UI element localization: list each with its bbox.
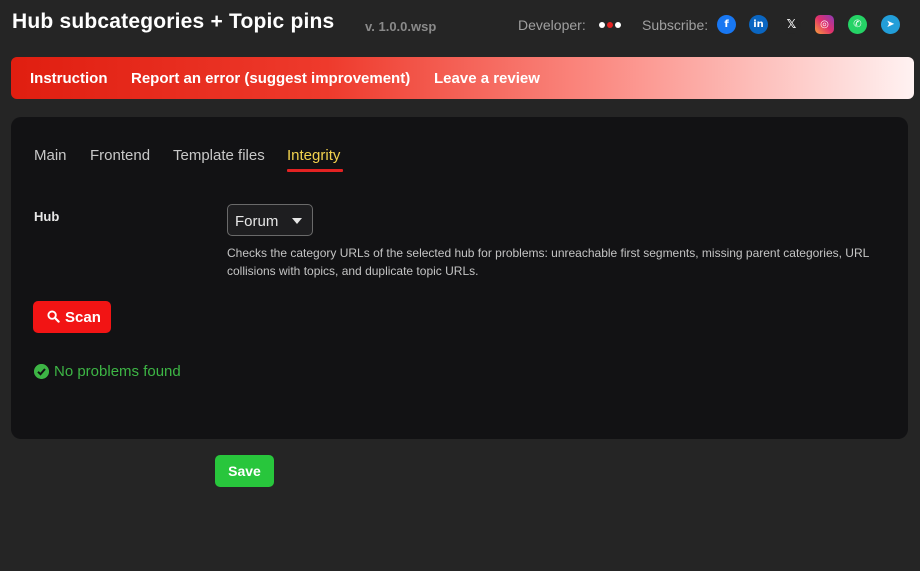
whatsapp-icon[interactable]: ✆ (848, 15, 867, 34)
subscribe-label: Subscribe: (642, 17, 709, 33)
hub-label: Hub (34, 209, 60, 224)
facebook-icon[interactable]: f (717, 15, 736, 34)
report-error-link[interactable]: Report an error (suggest improvement) (131, 70, 410, 87)
tab-integrity[interactable]: Integrity (287, 147, 340, 164)
scan-button-label: Scan (65, 309, 101, 326)
x-icon[interactable]: 𝕏 (782, 15, 801, 34)
check-circle-icon (34, 364, 49, 379)
scan-button[interactable]: Scan (33, 301, 111, 333)
help-banner: Instruction Report an error (suggest imp… (11, 57, 914, 99)
version-label: v. 1.0.0.wsp (365, 19, 437, 34)
settings-panel: Main Frontend Template files Integrity H… (11, 117, 908, 439)
telegram-icon[interactable]: ➤ (881, 15, 900, 34)
header: Hub subcategories + Topic pins v. 1.0.0.… (12, 10, 908, 40)
developer-logo-icon[interactable] (597, 18, 623, 32)
active-tab-indicator (287, 169, 343, 172)
save-button[interactable]: Save (215, 455, 274, 487)
instagram-icon[interactable]: ◎ (815, 15, 834, 34)
leave-review-link[interactable]: Leave a review (434, 70, 540, 87)
chevron-down-icon (292, 218, 302, 224)
hub-description: Checks the category URLs of the selected… (227, 246, 869, 278)
tab-frontend[interactable]: Frontend (90, 147, 150, 164)
page-title: Hub subcategories + Topic pins (12, 10, 335, 33)
tab-template-files[interactable]: Template files (173, 147, 265, 164)
instruction-link[interactable]: Instruction (30, 70, 108, 87)
developer-label: Developer: (518, 17, 586, 33)
hub-select-value: Forum (235, 213, 279, 230)
hub-select[interactable]: Forum (227, 204, 313, 236)
linkedin-icon[interactable]: in (749, 15, 768, 34)
scan-result-text: No problems found (54, 363, 181, 380)
tab-main[interactable]: Main (34, 147, 67, 164)
search-icon (47, 310, 60, 323)
